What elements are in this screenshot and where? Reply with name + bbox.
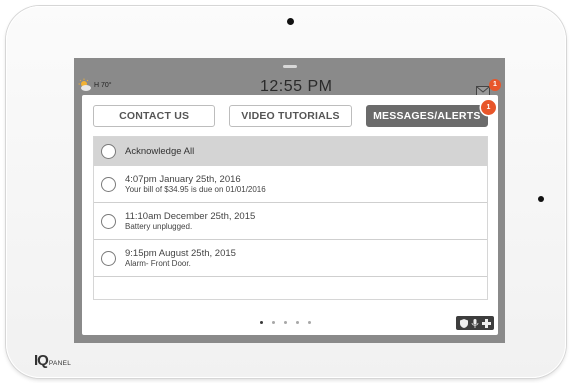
message-body: Battery unplugged. <box>125 221 193 231</box>
message-checkbox[interactable] <box>101 250 116 266</box>
list-item[interactable]: 11:10am December 25th, 2015 Battery unpl… <box>94 203 487 240</box>
message-timestamp: 11:10am December 25th, 2015 <box>125 210 256 222</box>
tab-messages-alerts[interactable]: MESSAGES/ALERTS 1 <box>365 100 496 127</box>
tab-contact-us[interactable]: CONTACT US <box>93 105 216 127</box>
logo-text: PANEL <box>48 360 72 367</box>
page-indicator <box>260 321 311 324</box>
messages-dialog: CONTACT US VIDEO TUTORIALS MESSAGES/ALER… <box>82 95 498 335</box>
page-dot[interactable] <box>260 321 263 324</box>
tab-bar: CONTACT US VIDEO TUTORIALS MESSAGES/ALER… <box>93 100 496 127</box>
page-dot[interactable] <box>284 321 287 324</box>
mail-badge: 1 <box>489 79 501 91</box>
message-body: Your bill of $34.95 is due on 01/01/2016 <box>125 184 266 194</box>
page-dot[interactable] <box>296 321 299 324</box>
acknowledge-all-checkbox[interactable] <box>101 144 116 159</box>
tab-video-tutorials[interactable]: VIDEO TUTORIALS <box>229 105 352 127</box>
tab-label: CONTACT US <box>119 110 190 122</box>
acknowledge-all-row[interactable]: Acknowledge All <box>94 137 487 166</box>
quick-action-tray[interactable] <box>456 316 494 330</box>
page-dot[interactable] <box>308 321 311 324</box>
message-checkbox[interactable] <box>101 176 116 192</box>
message-checkbox[interactable] <box>101 213 116 229</box>
camera-lens <box>287 18 294 25</box>
alerts-count-badge: 1 <box>480 100 496 115</box>
list-item[interactable]: 4:07pm January 25th, 2016 Your bill of $… <box>94 166 487 203</box>
weather-widget[interactable]: H 70° <box>78 78 112 92</box>
messages-list: Acknowledge All 4:07pm January 25th, 201… <box>93 136 488 300</box>
shield-icon[interactable] <box>459 318 468 328</box>
side-sensor <box>538 196 544 202</box>
pull-down-handle[interactable] <box>283 65 297 68</box>
panel-screen: H 70° 12:55 PM 1 CONTACT US VIDEO TUTORI… <box>74 58 505 343</box>
partly-sunny-icon <box>78 78 92 92</box>
message-body: Alarm- Front Door. <box>125 258 191 268</box>
iq-panel-logo: IQ PANEL <box>34 353 71 368</box>
medical-cross-icon[interactable] <box>481 318 491 328</box>
logo-mark: IQ <box>34 352 49 369</box>
message-timestamp: 9:15pm August 25th, 2015 <box>125 247 236 259</box>
page-dot[interactable] <box>272 321 275 324</box>
acknowledge-all-label: Acknowledge All <box>125 146 195 157</box>
tab-label: MESSAGES/ALERTS <box>373 110 481 122</box>
list-item[interactable]: 9:15pm August 25th, 2015 Alarm- Front Do… <box>94 240 487 277</box>
message-timestamp: 4:07pm January 25th, 2016 <box>125 173 241 185</box>
tab-label: VIDEO TUTORIALS <box>241 110 340 122</box>
status-bar: H 70° 12:55 PM 1 <box>74 58 505 98</box>
clock-time: 12:55 PM <box>260 78 333 95</box>
weather-temperature: H 70° <box>94 82 112 89</box>
microphone-icon[interactable] <box>471 318 479 328</box>
